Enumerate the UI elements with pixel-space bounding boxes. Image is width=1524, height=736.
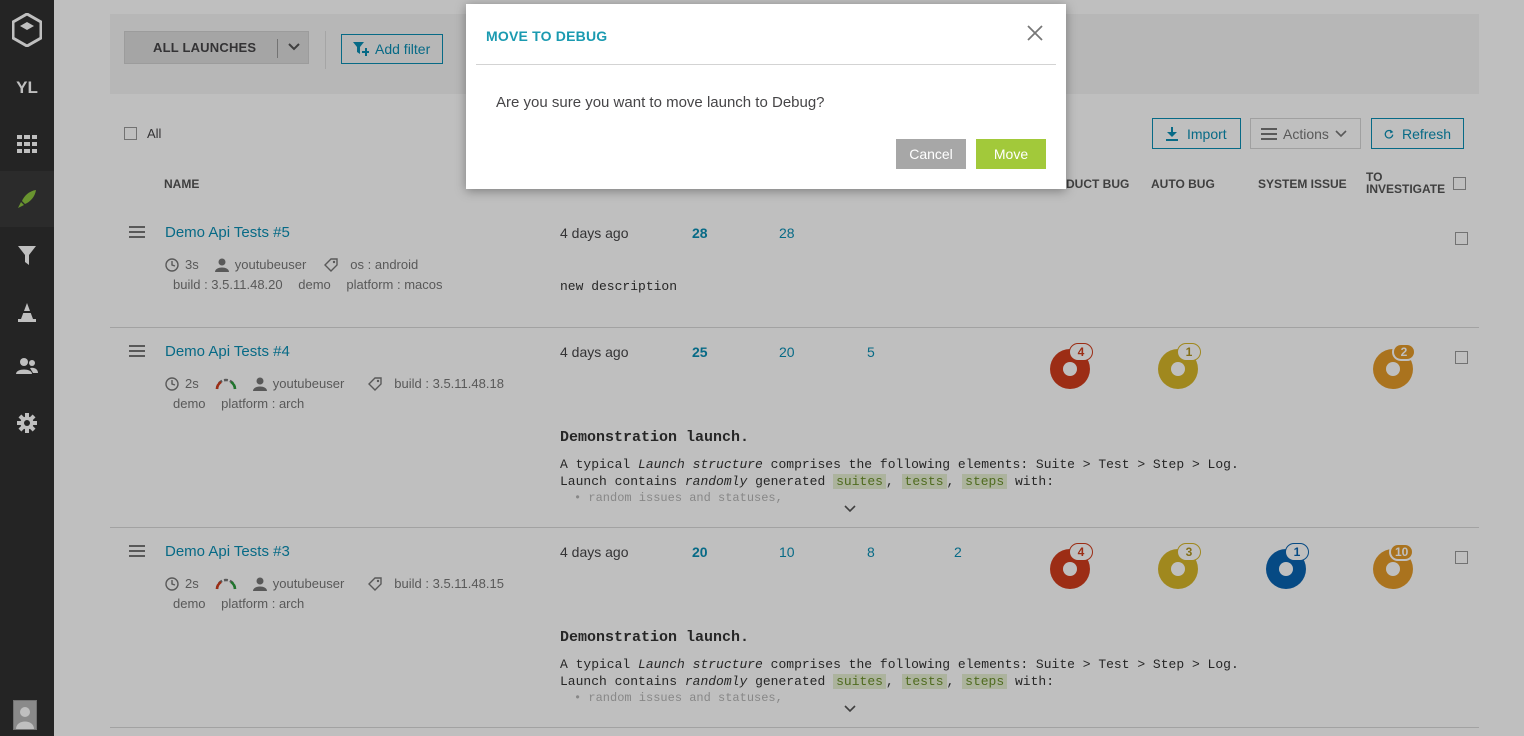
divider xyxy=(476,64,1056,65)
close-icon[interactable] xyxy=(1026,24,1044,42)
move-to-debug-modal: MOVE TO DEBUG Are you sure you want to m… xyxy=(466,4,1066,189)
modal-title: MOVE TO DEBUG xyxy=(486,28,608,44)
move-button[interactable]: Move xyxy=(976,139,1046,169)
modal-message: Are you sure you want to move launch to … xyxy=(496,94,825,111)
cancel-button[interactable]: Cancel xyxy=(896,139,966,169)
